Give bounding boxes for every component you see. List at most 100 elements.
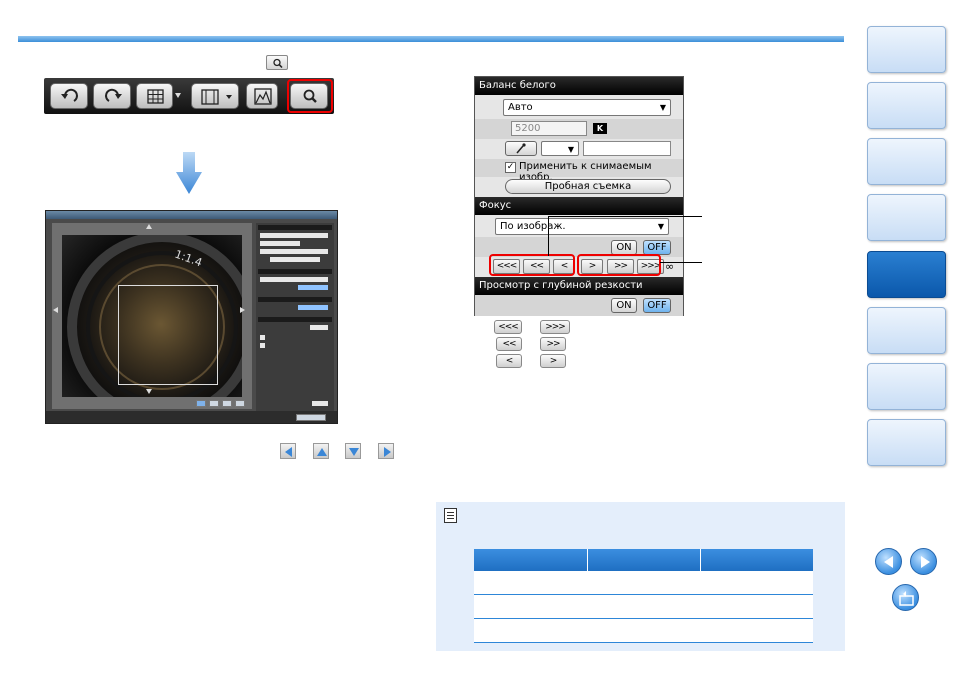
arrow-left-icon (53, 307, 58, 313)
table-row (474, 571, 813, 595)
sidebar-bar (258, 269, 332, 274)
sidebar-field (270, 257, 320, 262)
magnifier-icon (273, 58, 283, 69)
histogram-icon (254, 88, 272, 105)
view-btn (235, 400, 245, 407)
close-button (296, 414, 326, 421)
settings-panel: Баланс белого Авто ▼ 5200 K ▼ ✓ Применит… (474, 76, 684, 316)
prev-page-button[interactable] (875, 548, 902, 575)
arrow-up-icon (146, 224, 152, 229)
side-tab-5-active[interactable] (867, 251, 946, 298)
return-icon (899, 591, 914, 606)
wb-select-value: Авто (508, 102, 533, 113)
side-tab-8[interactable] (867, 419, 946, 466)
legend-far-medium: >> (540, 337, 566, 351)
focus-select[interactable]: По изображ. ▼ (495, 218, 669, 235)
wb-header: Баланс белого (475, 77, 683, 95)
nav-down-button[interactable] (345, 443, 361, 459)
focus-select-value: По изображ. (500, 221, 566, 232)
note-table (474, 549, 813, 643)
layout-button[interactable] (191, 83, 239, 109)
eyedropper-row: ▼ (475, 139, 683, 159)
nav-up-button[interactable] (313, 443, 329, 459)
grid-dropdown[interactable] (173, 83, 183, 109)
side-tab-3[interactable] (867, 138, 946, 185)
caret-down-icon: ▼ (657, 222, 664, 231)
grid-icon (147, 89, 164, 104)
near-buttons-highlight (489, 254, 575, 276)
dof-on-button[interactable]: ON (611, 298, 637, 313)
histogram-button[interactable] (246, 83, 278, 109)
far-buttons-highlight (577, 254, 661, 276)
grid-button[interactable] (136, 83, 173, 109)
eyedropper-icon (516, 143, 526, 154)
return-button[interactable] (892, 584, 919, 611)
nav-right-button[interactable] (378, 443, 394, 459)
side-tab-4[interactable] (867, 194, 946, 241)
zoom-frame (118, 285, 218, 385)
triangle-right-icon (384, 447, 391, 457)
apply-checkbox[interactable]: ✓ (505, 162, 516, 173)
wb-row: Авто ▼ (475, 95, 683, 119)
focus-off-button[interactable]: OFF (643, 240, 671, 255)
rotate-left-button[interactable] (50, 83, 88, 109)
test-shot-row: Пробная съемка (475, 177, 683, 197)
next-page-button[interactable] (910, 548, 937, 575)
dof-header: Просмотр с глубиной резкости (475, 277, 683, 295)
sidebar-field (260, 277, 328, 282)
side-tab-2[interactable] (867, 82, 946, 129)
table-header (474, 549, 813, 571)
kelvin-input[interactable]: 5200 (511, 121, 587, 136)
focus-on-button[interactable]: ON (611, 240, 637, 255)
rotate-right-button[interactable] (93, 83, 131, 109)
view-btn (196, 400, 206, 407)
sidebar-bar (258, 225, 332, 230)
sidebar-field (310, 325, 328, 330)
rotate-left-icon (61, 88, 78, 102)
kelvin-row: 5200 K (475, 119, 683, 139)
view-btn (222, 400, 232, 407)
leader-line (660, 262, 702, 263)
side-tab-1[interactable] (867, 26, 946, 73)
nav-left-button[interactable] (280, 443, 296, 459)
test-shot-button[interactable]: Пробная съемка (505, 179, 671, 194)
rotate-right-icon (105, 88, 122, 102)
caret-down-icon: ▼ (567, 145, 574, 154)
sidebar-checkbox (260, 335, 265, 340)
arrow-down-icon (146, 389, 152, 394)
triangle-right-icon (921, 556, 930, 568)
arrow-right-icon (240, 307, 245, 313)
picker-field[interactable] (583, 141, 671, 156)
side-tab-7[interactable] (867, 363, 946, 410)
window-sidebar (256, 223, 334, 413)
view-btn (209, 400, 219, 407)
lens-photo: 1:1.4 (62, 235, 242, 397)
sidebar-field (298, 285, 328, 290)
wb-select[interactable]: Авто ▼ (503, 99, 671, 116)
eyedropper-button[interactable] (505, 141, 537, 156)
sidebar-field (260, 233, 328, 238)
window-titlebar (46, 211, 337, 219)
leader-line (548, 216, 549, 256)
sidebar-button (312, 401, 328, 406)
caret-down-icon (175, 93, 181, 98)
legend-near-medium: << (496, 337, 522, 351)
leader-line (548, 216, 702, 217)
dof-off-button[interactable]: OFF (643, 298, 671, 313)
dof-row: ON OFF (475, 295, 683, 316)
sidebar-bar (258, 317, 332, 322)
legend-far-large: >>> (540, 320, 570, 334)
kelvin-badge: K (593, 123, 607, 134)
legend-near-large: <<< (494, 320, 522, 334)
sidebar-field (260, 249, 328, 254)
focus-header: Фокус (475, 197, 683, 215)
legend-near-small: < (496, 354, 522, 368)
caret-down-icon: ▼ (659, 103, 666, 112)
picker-select[interactable]: ▼ (541, 141, 579, 156)
triangle-up-icon (317, 448, 327, 456)
triangle-left-icon (285, 447, 292, 457)
zoom-button-inline (266, 55, 288, 70)
sidebar-bar (258, 297, 332, 302)
side-tab-6[interactable] (867, 307, 946, 354)
apply-row: ✓ Применить к снимаемым изобр. (475, 159, 683, 183)
